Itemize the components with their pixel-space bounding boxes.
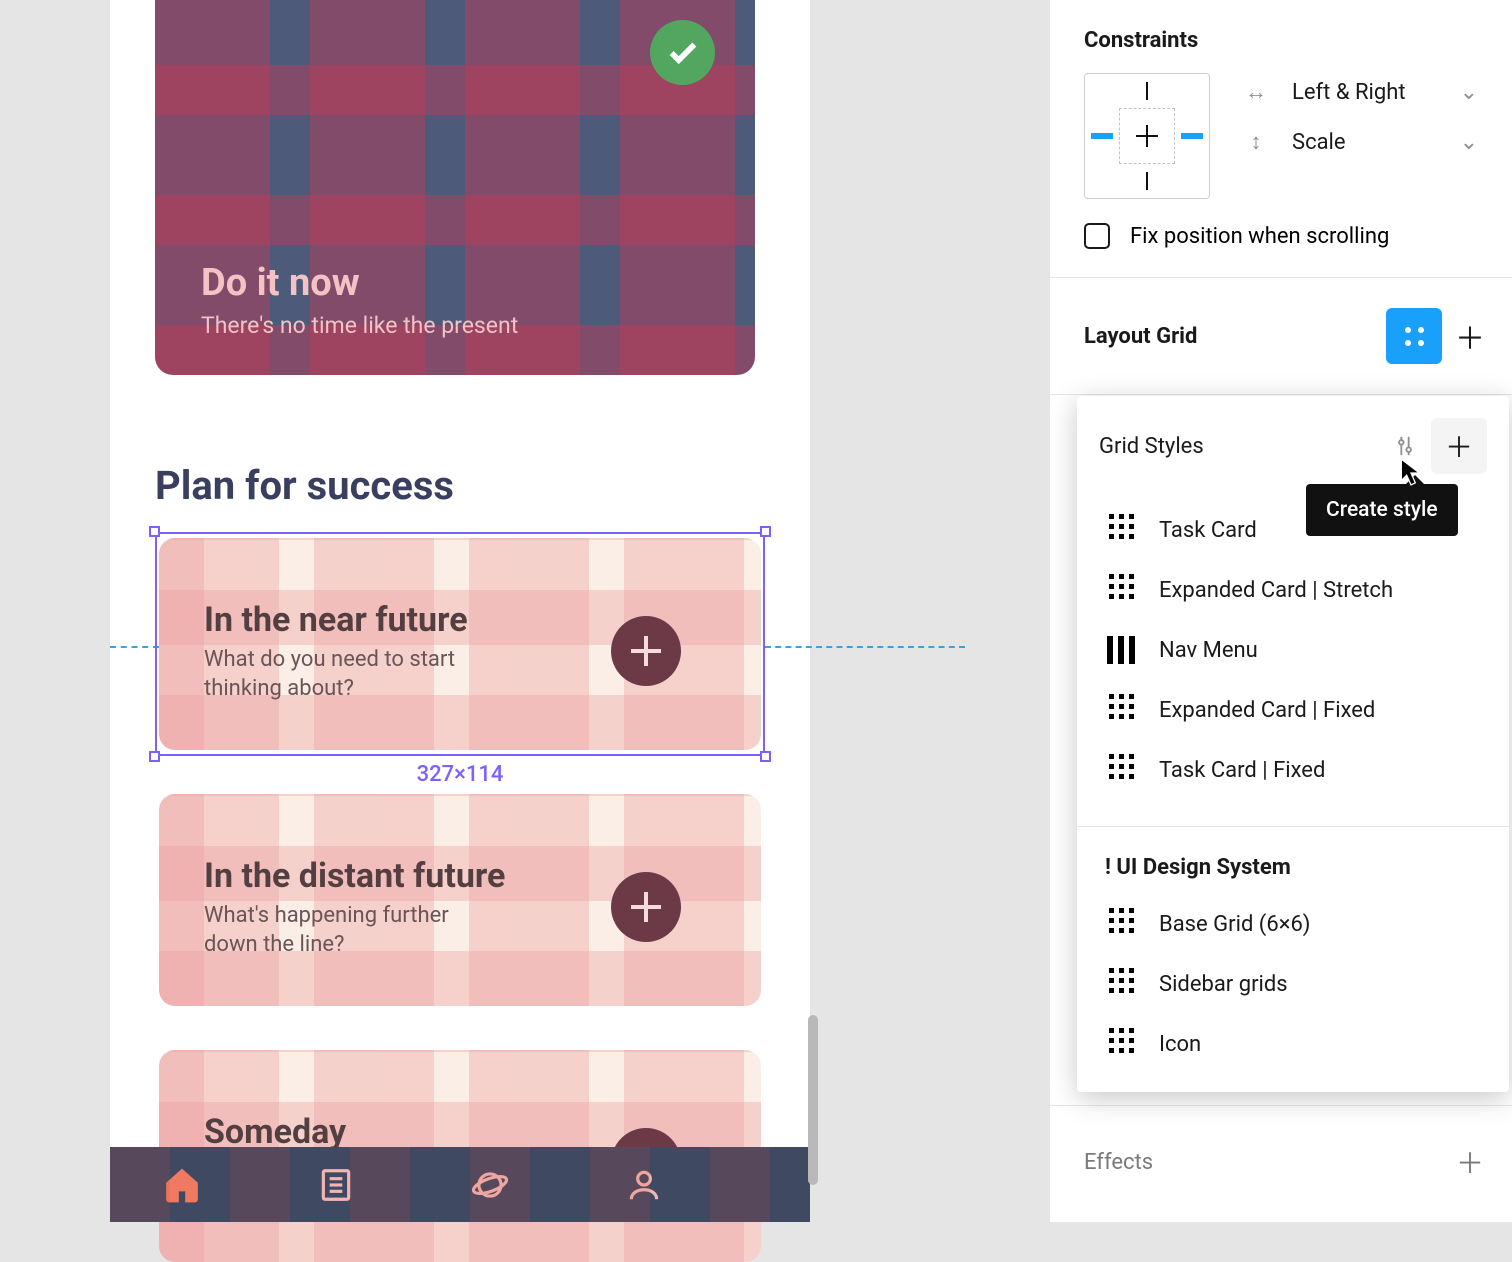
selection-border <box>155 532 765 756</box>
grid-dots-icon <box>1105 968 1137 1000</box>
grid-dots-icon <box>1105 754 1137 786</box>
grid-style-label: Expanded Card | Fixed <box>1159 698 1375 723</box>
add-icon[interactable] <box>611 872 681 942</box>
grid-style-item[interactable]: Base Grid (6×6) <box>1077 894 1509 954</box>
constraint-widget[interactable] <box>1084 73 1210 199</box>
hero-card[interactable]: Do it now There's no time like the prese… <box>155 0 755 375</box>
pin-top-icon[interactable] <box>1146 82 1148 100</box>
pin-bottom-icon[interactable] <box>1146 172 1148 190</box>
pin-left-icon[interactable] <box>1091 133 1113 139</box>
add-effect-button[interactable]: ＋ <box>1456 1142 1484 1182</box>
hero-subtitle: There's no time like the present <box>201 312 518 339</box>
cursor-icon <box>1400 458 1422 486</box>
constraint-center-icon <box>1119 108 1175 164</box>
grid-dots-icon <box>1105 574 1137 606</box>
resize-handle-tl[interactable] <box>149 526 160 537</box>
card-title: In the distant future <box>204 856 505 896</box>
grid-columns-icon <box>1105 634 1137 666</box>
bottom-nav <box>110 1147 810 1222</box>
resize-handle-bl[interactable] <box>149 751 160 762</box>
canvas-scrollbar[interactable] <box>808 1015 818 1185</box>
grid-styles-popover-title: Grid Styles <box>1099 434 1204 459</box>
grid-style-item[interactable]: Sidebar grids <box>1077 954 1509 1014</box>
resize-handle-br[interactable] <box>760 751 771 762</box>
nav-list-icon[interactable] <box>314 1163 358 1207</box>
library-styles-list: Base Grid (6×6) Sidebar grids Icon <box>1077 890 1509 1092</box>
create-style-button[interactable]: ＋ <box>1431 418 1487 474</box>
layout-grid-header: Layout Grid ＋ <box>1050 278 1512 395</box>
nav-planet-icon[interactable] <box>468 1163 512 1207</box>
resize-handle-tr[interactable] <box>760 526 771 537</box>
task-card[interactable]: In the distant future What's happening f… <box>159 794 761 1006</box>
grid-dots-icon <box>1405 327 1424 346</box>
layout-grid-title: Layout Grid <box>1084 324 1197 349</box>
grid-style-item[interactable]: Expanded Card | Fixed <box>1077 680 1509 740</box>
grid-styles-button[interactable] <box>1386 308 1442 364</box>
grid-dots-icon <box>1105 694 1137 726</box>
grid-style-label: Task Card | Fixed <box>1159 758 1325 783</box>
canvas[interactable]: Do it now There's no time like the prese… <box>110 0 810 1222</box>
library-section-title: ! UI Design System <box>1077 845 1509 890</box>
divider <box>1077 826 1509 827</box>
chevron-down-icon: ⌄ <box>1460 130 1478 155</box>
selected-frame[interactable]: In the near future What do you need to s… <box>155 532 765 756</box>
grid-style-label: Expanded Card | Stretch <box>1159 578 1393 603</box>
nav-profile-icon[interactable] <box>622 1163 666 1207</box>
hero-title: Do it now <box>201 261 360 305</box>
horizontal-arrow-icon: ↔ <box>1244 79 1268 105</box>
inspector-panel: Constraints ↔ Left & Right ⌄ ↕ Scale ⌄ <box>1049 0 1512 1222</box>
fix-position-row[interactable]: Fix position when scrolling <box>1050 199 1512 249</box>
grid-style-item[interactable]: Expanded Card | Stretch <box>1077 560 1509 620</box>
smart-guide-right <box>765 646 965 648</box>
effects-title: Effects <box>1084 1150 1153 1175</box>
effects-section: Effects ＋ <box>1050 1105 1512 1222</box>
chevron-down-icon: ⌄ <box>1460 80 1478 105</box>
section-title: Plan for success <box>155 462 454 509</box>
fix-position-checkbox[interactable] <box>1084 223 1110 249</box>
grid-style-label: Nav Menu <box>1159 638 1258 663</box>
grid-dots-icon <box>1105 908 1137 940</box>
nav-home-icon[interactable] <box>160 1163 204 1207</box>
grid-style-label: Base Grid (6×6) <box>1159 912 1310 937</box>
grid-dots-icon <box>1105 1028 1137 1060</box>
grid-style-label: Sidebar grids <box>1159 972 1288 997</box>
horizontal-constraint-select[interactable]: ↔ Left & Right ⌄ <box>1244 79 1478 105</box>
grid-style-item[interactable]: Nav Menu <box>1077 620 1509 680</box>
constraints-title: Constraints <box>1050 28 1512 73</box>
selection-dimensions: 327×114 <box>417 762 504 787</box>
local-styles-list: Task Card Expanded Card | Stretch Nav Me… <box>1077 496 1509 818</box>
grid-style-item[interactable]: Icon <box>1077 1014 1509 1074</box>
tooltip: Create style <box>1306 484 1458 536</box>
vertical-constraint-value: Scale <box>1292 130 1346 155</box>
card-title: Someday <box>204 1112 346 1152</box>
add-layout-grid-button[interactable]: ＋ <box>1452 318 1488 354</box>
constraints-section: Constraints ↔ Left & Right ⌄ ↕ Scale ⌄ <box>1050 0 1512 278</box>
card-subtitle: What's happening further down the line? <box>204 902 504 959</box>
smart-guide-left <box>110 646 159 648</box>
vertical-arrow-icon: ↕ <box>1244 129 1268 155</box>
horizontal-constraint-value: Left & Right <box>1292 80 1406 105</box>
grid-style-label: Icon <box>1159 1032 1201 1057</box>
grid-overlay <box>110 1147 810 1222</box>
check-icon <box>650 20 715 85</box>
grid-dots-icon <box>1105 514 1137 546</box>
fix-position-label: Fix position when scrolling <box>1130 224 1389 249</box>
grid-style-label: Task Card <box>1159 518 1257 543</box>
pin-right-icon[interactable] <box>1181 133 1203 139</box>
vertical-constraint-select[interactable]: ↕ Scale ⌄ <box>1244 129 1478 155</box>
grid-style-item[interactable]: Task Card | Fixed <box>1077 740 1509 800</box>
